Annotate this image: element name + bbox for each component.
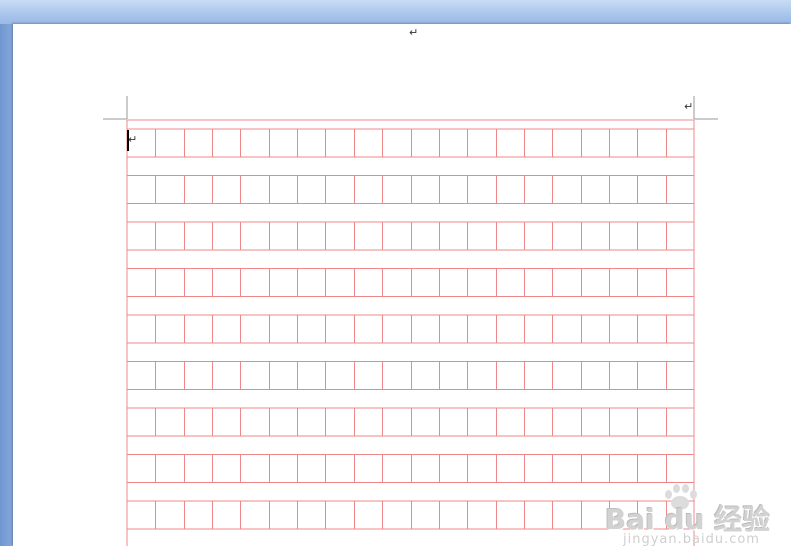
- baidu-watermark: Bai du 经验 jingyan.baidu.com: [605, 482, 780, 546]
- watermark-url: jingyan.baidu.com: [623, 532, 760, 546]
- document-page[interactable]: ↵ ↵ ↵ Bai du 经验 jingyan.baidu.com: [13, 24, 791, 546]
- manuscript-grid: [103, 96, 718, 546]
- left-workspace-gutter: [0, 24, 13, 546]
- text-cursor: [127, 130, 129, 151]
- application-background-band: [0, 0, 791, 24]
